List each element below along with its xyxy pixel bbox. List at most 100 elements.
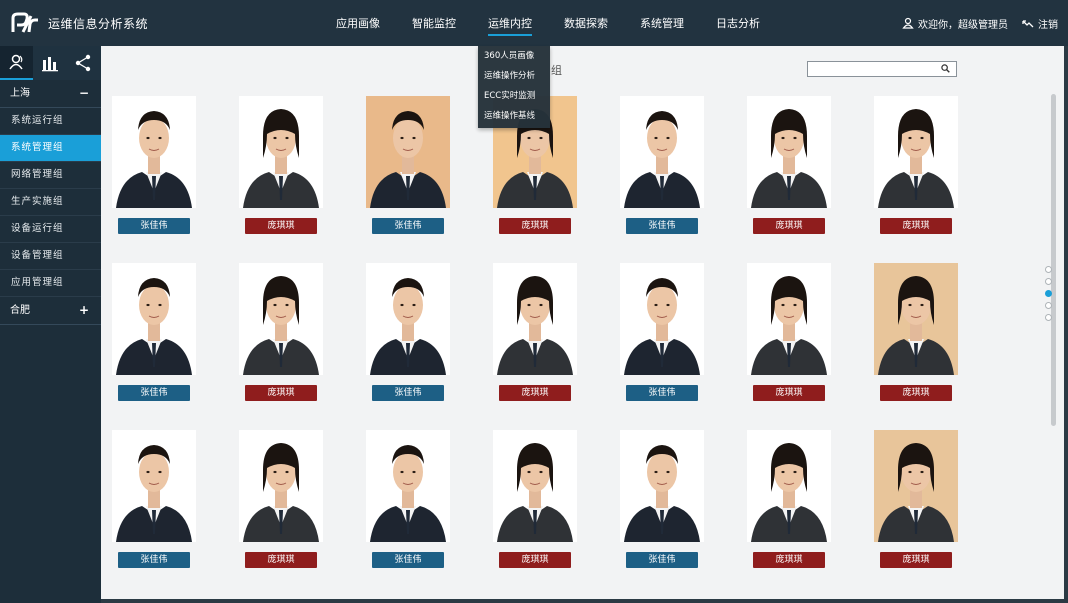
person-name-tag[interactable]: 张佳伟 <box>626 552 698 568</box>
person-photo[interactable] <box>493 430 577 542</box>
person-name-tag[interactable]: 庞琪琪 <box>245 218 317 234</box>
person-card[interactable]: 庞琪琪 <box>874 263 958 401</box>
person-photo[interactable] <box>112 430 196 542</box>
person-card[interactable]: 张佳伟 <box>112 96 196 234</box>
person-photo[interactable] <box>239 430 323 542</box>
page-dot[interactable] <box>1045 278 1052 285</box>
person-icon <box>8 54 23 70</box>
person-card[interactable]: 庞琪琪 <box>747 430 831 568</box>
person-card[interactable]: 庞琪琪 <box>239 263 323 401</box>
person-photo[interactable] <box>747 430 831 542</box>
person-photo[interactable] <box>620 263 704 375</box>
person-card[interactable]: 庞琪琪 <box>874 96 958 234</box>
person-name-tag[interactable]: 庞琪琪 <box>880 552 952 568</box>
sidebar-item-sys-run[interactable]: 系统运行组 <box>0 108 101 135</box>
person-card[interactable]: 庞琪琪 <box>747 263 831 401</box>
person-name-tag[interactable]: 庞琪琪 <box>753 218 825 234</box>
person-photo[interactable] <box>112 96 196 208</box>
expand-icon[interactable]: + <box>79 297 89 324</box>
search-icon[interactable] <box>941 64 950 73</box>
tab-statistics[interactable] <box>33 46 66 80</box>
sidebar-item-dev-run[interactable]: 设备运行组 <box>0 216 101 243</box>
person-card[interactable]: 张佳伟 <box>620 96 704 234</box>
menu-item-ecc-monitor[interactable]: ECC实时监测 <box>478 86 550 106</box>
search-input[interactable] <box>808 68 942 80</box>
person-photo[interactable] <box>874 430 958 542</box>
person-card[interactable]: 张佳伟 <box>366 263 450 401</box>
person-name-tag[interactable]: 张佳伟 <box>372 552 444 568</box>
logout-button[interactable]: 注销 <box>1022 16 1058 31</box>
person-photo[interactable] <box>620 430 704 542</box>
person-photo[interactable] <box>620 96 704 208</box>
person-name-tag[interactable]: 张佳伟 <box>626 218 698 234</box>
person-card[interactable]: 庞琪琪 <box>493 430 577 568</box>
nav-item-log-analysis[interactable]: 日志分析 <box>700 0 776 46</box>
nav-item-app-portrait[interactable]: 应用画像 <box>320 0 396 46</box>
menu-item-ops-analysis[interactable]: 运维操作分析 <box>478 66 550 86</box>
person-name-tag[interactable]: 庞琪琪 <box>753 385 825 401</box>
person-card[interactable]: 张佳伟 <box>366 96 450 234</box>
person-name-tag[interactable]: 庞琪琪 <box>245 552 317 568</box>
person-card[interactable]: 庞琪琪 <box>747 96 831 234</box>
person-card[interactable]: 张佳伟 <box>366 430 450 568</box>
person-name-tag[interactable]: 庞琪琪 <box>880 218 952 234</box>
collapse-icon[interactable]: − <box>79 80 89 107</box>
person-name-tag[interactable]: 庞琪琪 <box>245 385 317 401</box>
menu-item-ops-baseline[interactable]: 运维操作基线 <box>478 106 550 126</box>
person-name-tag[interactable]: 庞琪琪 <box>880 385 952 401</box>
scrollbar[interactable] <box>1051 94 1056 426</box>
sidebar-item-dev-manage[interactable]: 设备管理组 <box>0 243 101 270</box>
nav-item-data-explore[interactable]: 数据探索 <box>548 0 624 46</box>
nav-item-smart-monitor[interactable]: 智能监控 <box>396 0 472 46</box>
person-card[interactable]: 张佳伟 <box>112 263 196 401</box>
person-name-tag[interactable]: 庞琪琪 <box>499 218 571 234</box>
person-card[interactable]: 庞琪琪 <box>493 263 577 401</box>
page-dot[interactable] <box>1045 266 1052 273</box>
person-photo[interactable] <box>874 263 958 375</box>
person-photo[interactable] <box>366 430 450 542</box>
search-box[interactable] <box>807 61 957 80</box>
nav-item-system-manage[interactable]: 系统管理 <box>624 0 700 46</box>
tab-people[interactable] <box>0 46 33 80</box>
person-name-tag[interactable]: 庞琪琪 <box>499 385 571 401</box>
person-card[interactable]: 庞琪琪 <box>239 96 323 234</box>
sidebar: 上海 − 系统运行组 系统管理组 网络管理组 生产实施组 设备运行组 设备管理组… <box>0 46 101 603</box>
logout-icon <box>1022 20 1034 28</box>
person-photo[interactable] <box>112 263 196 375</box>
person-card[interactable]: 张佳伟 <box>112 430 196 568</box>
sidebar-item-app-manage[interactable]: 应用管理组 <box>0 270 101 297</box>
person-photo[interactable] <box>493 263 577 375</box>
person-name-tag[interactable]: 张佳伟 <box>626 385 698 401</box>
top-bar: 运维信息分析系统 应用画像 智能监控 运维内控 数据探索 系统管理 日志分析 欢… <box>0 0 1068 46</box>
person-photo[interactable] <box>239 96 323 208</box>
person-name-tag[interactable]: 庞琪琪 <box>753 552 825 568</box>
menu-item-360-portrait[interactable]: 360人员画像 <box>478 46 550 66</box>
person-name-tag[interactable]: 张佳伟 <box>372 385 444 401</box>
person-photo[interactable] <box>747 96 831 208</box>
person-card[interactable]: 庞琪琪 <box>239 430 323 568</box>
group-shanghai[interactable]: 上海 − <box>0 80 101 108</box>
person-card[interactable]: 张佳伟 <box>620 263 704 401</box>
person-name-tag[interactable]: 张佳伟 <box>118 218 190 234</box>
sidebar-item-sys-manage[interactable]: 系统管理组 <box>0 135 101 162</box>
person-photo[interactable] <box>366 263 450 375</box>
sidebar-item-net-manage[interactable]: 网络管理组 <box>0 162 101 189</box>
person-photo[interactable] <box>874 96 958 208</box>
sidebar-item-prod-impl[interactable]: 生产实施组 <box>0 189 101 216</box>
page-dot[interactable] <box>1045 290 1052 297</box>
person-photo[interactable] <box>239 263 323 375</box>
page-dot[interactable] <box>1045 314 1052 321</box>
person-name-tag[interactable]: 庞琪琪 <box>499 552 571 568</box>
person-photo[interactable] <box>366 96 450 208</box>
person-name-tag[interactable]: 张佳伟 <box>118 385 190 401</box>
group-hefei[interactable]: 合肥 + <box>0 297 101 325</box>
tab-network[interactable] <box>66 46 99 80</box>
nav-item-ops-control[interactable]: 运维内控 <box>472 0 548 46</box>
person-name-tag[interactable]: 张佳伟 <box>372 218 444 234</box>
person-photo[interactable] <box>747 263 831 375</box>
person-card[interactable]: 张佳伟 <box>620 430 704 568</box>
sidebar-tabs <box>0 46 101 80</box>
person-name-tag[interactable]: 张佳伟 <box>118 552 190 568</box>
page-dot[interactable] <box>1045 302 1052 309</box>
person-card[interactable]: 庞琪琪 <box>874 430 958 568</box>
